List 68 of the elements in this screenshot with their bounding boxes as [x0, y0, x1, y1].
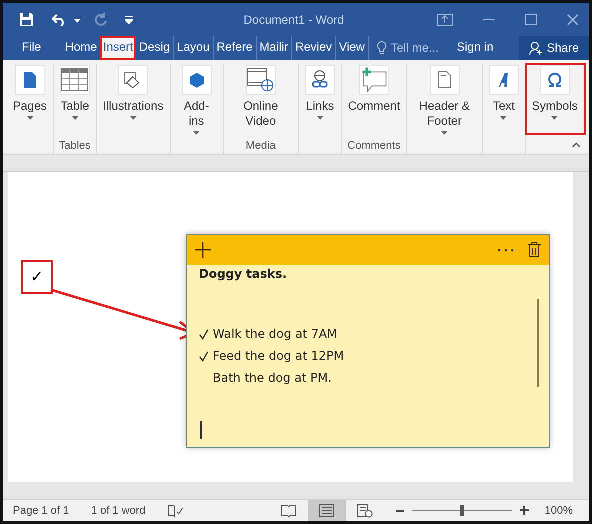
ribbon-button[interactable]: Header & Footer — [410, 64, 479, 136]
video-globe-icon — [246, 66, 275, 94]
ribbon-button[interactable]: Pages — [10, 64, 50, 121]
zoom-level[interactable]: 100% — [544, 504, 573, 516]
close-icon[interactable] — [567, 14, 579, 26]
table-icon — [61, 68, 90, 92]
checkmark-icon — [199, 350, 209, 362]
save-icon[interactable] — [19, 12, 34, 27]
ribbon-button[interactable]: Links — [302, 64, 338, 121]
share-button[interactable]: Share — [518, 36, 589, 60]
open-book-icon — [280, 504, 297, 518]
caret-icon — [74, 18, 81, 22]
group-label: Tables — [59, 140, 91, 154]
page-count: Page 1 of 1 — [13, 504, 70, 516]
person-add-icon — [528, 41, 543, 55]
task-text: Feed the dog at 12PM — [213, 349, 344, 363]
caret-icon — [316, 116, 324, 120]
comment-add-icon — [360, 65, 388, 95]
group-label: Comments — [348, 140, 401, 154]
ribbon-button[interactable]: Online Video — [226, 64, 296, 130]
caret-icon — [130, 116, 137, 120]
text-cursor — [200, 421, 202, 439]
word-count: 1 of 1 word — [91, 504, 146, 516]
page-lines-icon — [318, 504, 335, 518]
ribbon-button[interactable]: Comment — [345, 64, 404, 115]
link-globe-icon — [310, 70, 330, 90]
proofing-icon[interactable] — [168, 504, 184, 518]
lightbulb-icon — [376, 41, 387, 55]
group-label: Media — [246, 140, 276, 154]
slider-thumb[interactable] — [460, 505, 464, 516]
web-page-icon — [356, 504, 373, 518]
note-title: Doggy tasks. — [199, 267, 288, 281]
delete-icon[interactable] — [528, 242, 541, 258]
collapse-ribbon-icon[interactable] — [572, 142, 581, 148]
ribbon-display-icon[interactable] — [437, 14, 453, 26]
sign-in-link[interactable]: Sign in — [448, 36, 502, 60]
page-icon — [23, 71, 38, 89]
cube-icon — [188, 71, 206, 89]
ribbon-button[interactable]: Table — [57, 64, 94, 121]
zoom-in-icon[interactable] — [520, 506, 529, 515]
ribbon-tab[interactable]: View — [336, 36, 368, 60]
checkmark-icon — [199, 328, 209, 340]
caret-icon — [551, 116, 558, 120]
caret-icon — [26, 116, 34, 120]
caret-icon — [193, 131, 200, 135]
maximize-icon[interactable] — [525, 14, 537, 25]
view-button[interactable] — [308, 500, 346, 521]
omega-icon — [546, 72, 563, 88]
minimize-icon[interactable] — [483, 18, 495, 20]
ribbon-button[interactable]: Text — [486, 64, 522, 121]
ribbon-tab[interactable]: File — [19, 36, 44, 60]
ribbon-tab[interactable]: Home — [62, 36, 100, 60]
ribbon-button[interactable]: Add-ins — [174, 64, 220, 136]
ribbon-tab[interactable]: Insert — [100, 36, 136, 60]
caret-icon — [500, 116, 508, 120]
ribbon-button[interactable]: Symbols — [528, 64, 581, 121]
more-icon[interactable] — [498, 248, 514, 252]
caret-icon — [441, 131, 448, 135]
page-icon — [438, 71, 452, 89]
caret-icon — [72, 116, 79, 120]
task-text: Walk the dog at 7AM — [213, 327, 338, 341]
ribbon-button[interactable]: Illustrations — [100, 64, 167, 121]
window-title: Document1 - Word — [242, 12, 346, 26]
scrollbar[interactable] — [537, 299, 539, 387]
customize-icon[interactable] — [125, 16, 133, 24]
text-a-icon — [496, 72, 511, 88]
add-icon[interactable] — [195, 242, 211, 258]
task-text: Bath the dog at PM. — [213, 371, 332, 385]
